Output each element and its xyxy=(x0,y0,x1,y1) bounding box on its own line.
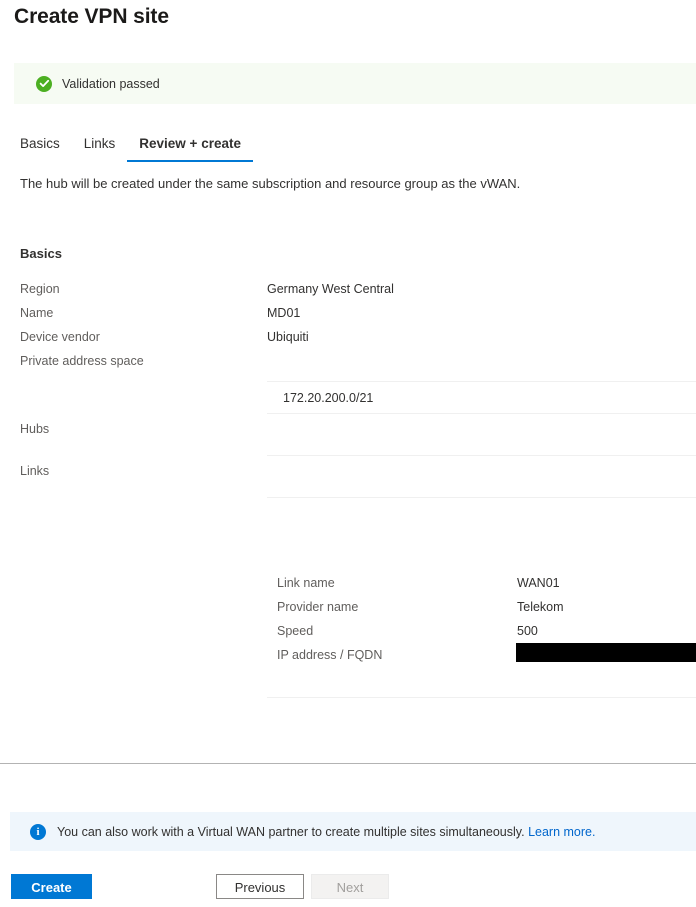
wizard-actions: Create Previous Next xyxy=(11,874,389,899)
summary-label: Device vendor xyxy=(20,330,100,344)
validation-message: Validation passed xyxy=(62,76,160,91)
divider-links-bottom xyxy=(267,497,696,498)
summary-value: Ubiquiti xyxy=(267,330,309,344)
info-banner: i You can also work with a Virtual WAN p… xyxy=(10,812,696,851)
summary-row-private-address-space: Private address space xyxy=(0,349,696,373)
info-circle-icon: i xyxy=(30,823,46,840)
learn-more-link[interactable]: Learn more. xyxy=(528,825,595,839)
info-message-text: You can also work with a Virtual WAN par… xyxy=(57,824,525,839)
divider-address-bottom xyxy=(267,413,696,414)
link-row-link-name: Link name WAN01 xyxy=(0,571,696,595)
divider-link-detail-bottom xyxy=(267,697,696,698)
summary-value: Germany West Central xyxy=(267,282,394,296)
divider-hubs-bottom xyxy=(267,455,696,456)
validation-banner: Validation passed xyxy=(14,63,696,104)
section-label-hubs: Hubs xyxy=(20,422,50,436)
section-heading-basics: Basics xyxy=(20,246,62,261)
info-message: You can also work with a Virtual WAN par… xyxy=(57,825,595,839)
basics-summary-list: Region Germany West Central Name MD01 De… xyxy=(0,277,696,373)
summary-row-name: Name MD01 xyxy=(0,301,696,325)
description-text: The hub will be created under the same s… xyxy=(20,176,521,191)
link-row-speed: Speed 500 xyxy=(0,619,696,643)
page-title: Create VPN site xyxy=(14,5,169,28)
divider-address-top xyxy=(267,381,696,382)
tab-review-create[interactable]: Review + create xyxy=(127,136,253,162)
link-value: Telekom xyxy=(517,600,564,614)
summary-row-device-vendor: Device vendor Ubiquiti xyxy=(0,325,696,349)
private-address-space-value: 172.20.200.0/21 xyxy=(283,391,374,405)
tab-links[interactable]: Links xyxy=(72,136,128,162)
summary-label: Private address space xyxy=(20,354,144,368)
next-button: Next xyxy=(311,874,389,899)
link-label: Speed xyxy=(277,624,314,638)
tab-basics[interactable]: Basics xyxy=(20,136,72,162)
footer-separator xyxy=(0,763,696,764)
link-value: WAN01 xyxy=(517,576,560,590)
link-label: Provider name xyxy=(277,600,359,614)
redacted-ip-address-value xyxy=(516,643,696,662)
create-button[interactable]: Create xyxy=(11,874,92,899)
summary-label: Name xyxy=(20,306,54,320)
link-value: 500 xyxy=(517,624,538,638)
wizard-tabs: Basics Links Review + create xyxy=(20,136,253,162)
summary-row-region: Region Germany West Central xyxy=(0,277,696,301)
link-row-provider-name: Provider name Telekom xyxy=(0,595,696,619)
previous-button[interactable]: Previous xyxy=(216,874,304,899)
link-label: IP address / FQDN xyxy=(277,648,383,662)
summary-label: Region xyxy=(20,282,60,296)
check-circle-icon xyxy=(36,75,52,92)
summary-value: MD01 xyxy=(267,306,301,320)
link-label: Link name xyxy=(277,576,335,590)
section-label-links: Links xyxy=(20,464,50,478)
